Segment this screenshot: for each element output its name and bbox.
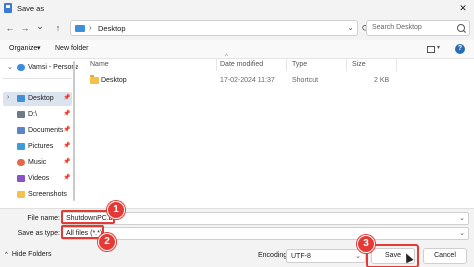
hide-folders-label: Hide Folders (11, 251, 52, 258)
search-icon (457, 24, 465, 32)
new-folder-button[interactable]: New folder (55, 45, 88, 52)
cloud-icon (17, 64, 25, 71)
encoding-select[interactable]: UTF-8 ⌄ (286, 249, 366, 263)
view-options-icon[interactable] (427, 46, 435, 53)
sidebar-scrollbar[interactable] (73, 61, 75, 201)
drive-icon (17, 111, 25, 118)
file-list: Name ^ Date modified Type Size Desktop 1… (78, 54, 474, 208)
forward-button[interactable]: → (19, 22, 31, 34)
sidebar-item-desktop[interactable]: › Desktop 📌 (3, 92, 72, 106)
chevron-down-icon[interactable]: ▾ (437, 44, 440, 51)
folder-icon (17, 191, 25, 198)
music-icon (17, 159, 25, 166)
help-icon[interactable]: ? (455, 44, 465, 54)
save-type-highlight-box (61, 225, 104, 239)
pin-icon: 📌 (63, 127, 71, 133)
chevron-down-icon[interactable]: ⌄ (347, 23, 354, 32)
this-pc-icon (75, 25, 85, 32)
sort-chevron-icon: ^ (225, 54, 228, 60)
column-header-date[interactable]: Date modified (220, 61, 263, 68)
divider[interactable]: ^ (216, 54, 228, 71)
divider[interactable] (396, 59, 397, 71)
list-item[interactable]: Desktop 17-02-2024 11:37 Shortcut 2 KB (90, 74, 390, 88)
encoding-label: Encoding: (258, 252, 290, 259)
sidebar-item-label: D:\ (28, 111, 37, 118)
sidebar-item-onedrive[interactable]: ⌄ Vamsi - Persona (3, 61, 79, 75)
pictures-icon (17, 143, 25, 150)
file-date: 17-02-2024 11:37 (220, 77, 275, 84)
sidebar-item-d-drive[interactable]: D:\ 📌 (3, 108, 72, 122)
chevron-down-icon[interactable]: ⌄ (355, 252, 361, 260)
column-header-name[interactable]: Name (90, 61, 109, 68)
callout-badge-3: 3 (357, 235, 375, 253)
sidebar-item-label: Pictures (28, 143, 54, 150)
chevron-down-icon[interactable]: ⌄ (7, 63, 13, 71)
chevron-down-icon[interactable]: ⌄ (459, 214, 465, 222)
column-header-size[interactable]: Size (352, 61, 366, 68)
sidebar-item-pictures[interactable]: Pictures 📌 (3, 140, 72, 154)
videos-icon (17, 175, 25, 182)
sidebar-item-videos[interactable]: Videos 📌 (3, 172, 72, 186)
sidebar-item-label: Videos (28, 175, 50, 182)
chevron-down-icon[interactable]: ⌄ (459, 229, 465, 237)
up-button[interactable]: ↑ (52, 22, 64, 34)
hide-folders-button[interactable]: ^ Hide Folders (5, 251, 52, 258)
pin-icon: 📌 (63, 95, 71, 101)
folder-shortcut-icon (90, 75, 99, 84)
back-button[interactable]: ← (4, 22, 16, 34)
desktop-icon (17, 95, 25, 102)
divider (3, 78, 72, 79)
sidebar-item-documents[interactable]: Documents 📌 (3, 124, 72, 138)
sidebar-item-label: Music (28, 159, 47, 166)
navigation-pane: ⌄ Vamsi - Persona › Desktop 📌 D:\ 📌 Docu… (0, 59, 79, 208)
chevron-right-icon[interactable]: › (7, 94, 9, 101)
organize-button[interactable]: Organize (9, 45, 37, 52)
sidebar-item-label: Documents (28, 127, 64, 134)
sidebar-item-label: Vamsi - Persona (28, 64, 80, 71)
pin-icon: 📌 (63, 111, 71, 117)
address-bar[interactable]: › Desktop ⌄ (70, 20, 358, 36)
breadcrumb[interactable]: Desktop (98, 24, 126, 33)
chevron-up-icon: ^ (5, 252, 8, 258)
sidebar-item-label: Screenshots (28, 191, 67, 198)
search-placeholder: Search Desktop (372, 24, 422, 31)
file-list-scrollbar[interactable] (465, 73, 468, 203)
navigation-bar: ← → ⌄ ↑ › Desktop ⌄ ⟳ Search Desktop (0, 16, 474, 40)
save-type-select[interactable]: All files (*.*) ⌄ (62, 227, 469, 240)
divider[interactable] (286, 59, 287, 71)
recent-locations-button[interactable]: ⌄ (34, 20, 46, 32)
window-title: Save as (17, 4, 45, 13)
pin-icon: 📌 (63, 175, 71, 181)
close-button[interactable]: ✕ (452, 0, 474, 16)
callout-badge-1: 1 (107, 201, 125, 219)
file-name-label: File name: (27, 215, 60, 222)
file-name: Desktop (101, 77, 127, 84)
file-size: 2 KB (374, 77, 390, 84)
cancel-button[interactable]: Cancel (423, 248, 467, 264)
callout-badge-2: 2 (98, 233, 116, 251)
sidebar-item-label: Desktop (28, 95, 54, 102)
file-type: Shortcut (292, 77, 319, 84)
path-separator: › (89, 23, 92, 32)
title-bar: Save as ✕ (0, 0, 474, 16)
command-bar: Organize ▾ New folder ▾ ? (0, 40, 474, 59)
sidebar-item-music[interactable]: Music 📌 (3, 156, 72, 170)
column-header-type[interactable]: Type (292, 61, 307, 68)
search-input[interactable]: Search Desktop (366, 20, 470, 36)
pin-icon: 📌 (63, 143, 71, 149)
pin-icon: 📌 (63, 159, 71, 165)
documents-icon (17, 127, 25, 134)
save-type-label: Save as type: (17, 230, 60, 237)
encoding-value: UTF-8 (291, 253, 311, 260)
chevron-down-icon: ▾ (37, 45, 41, 52)
notepad-app-icon (4, 3, 12, 13)
divider[interactable] (346, 59, 347, 71)
sidebar-item-screenshots[interactable]: Screenshots (3, 188, 72, 202)
